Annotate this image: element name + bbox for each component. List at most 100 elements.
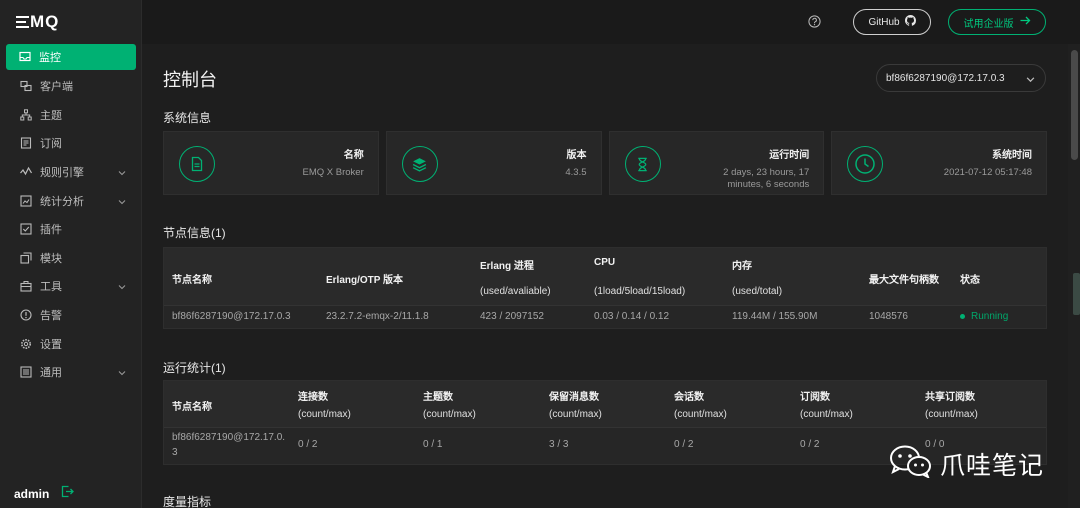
col-otp-version: Erlang/OTP 版本 [326,275,404,286]
sidebar-item-analytics[interactable]: 统计分析 [0,186,142,215]
sidebar-item-label: 插件 [40,224,62,237]
col-memory: 内存 [732,261,752,272]
trial-enterprise-button[interactable]: 试用企业版 [948,9,1046,35]
sidebar-footer: admin [14,485,75,503]
col-erlang-proc-sub: (used/avaliable) [480,286,551,297]
sidebar-nav: 监控 客户端 主题 订阅 规则引擎 统计分析 插件 模块 工具 告警 设置 通用 [0,44,142,387]
node-info-table: 节点名称 Erlang/OTP 版本 Erlang 进程 (used/avali… [163,247,1047,329]
col-retained-sub: (count/max) [549,409,602,420]
col-subscriptions-sub: (count/max) [800,409,853,420]
top-header: GitHub 试用企业版 [142,0,1080,44]
alarm-icon [20,309,32,321]
sidebar-item-label: 订阅 [40,138,62,151]
sidebar-item-label: 模块 [40,252,62,265]
emq-logo[interactable]: MQ [16,12,59,32]
sidebar-item-label: 设置 [40,338,62,351]
sidebar-item-rule-engine[interactable]: 规则引擎 [0,158,142,187]
clock-icon [847,146,884,182]
sidebar-item-plugins[interactable]: 插件 [0,215,142,244]
sidebar-item-label: 告警 [40,310,62,323]
cell-retained: 3 / 3 [549,439,569,450]
chevron-down-icon[interactable] [118,368,126,380]
clients-icon [20,80,32,92]
subscription-icon [20,137,32,150]
info-card-version: 版本 4.3.5 [385,131,602,195]
topics-icon [20,109,32,121]
chevron-down-icon[interactable] [118,168,126,180]
stats-title: 运行统计(1) [163,361,226,375]
cell-topics: 0 / 1 [423,439,443,450]
general-icon [20,366,32,378]
col-connections-sub: (count/max) [298,409,351,420]
col-retained: 保留消息数 [549,392,599,403]
page-title: 控制台 [163,70,217,90]
cell-node-name: bf86f6287190@172.17.0.3 [172,311,291,322]
col-shared-subscriptions: 共享订阅数 [925,392,975,403]
system-info-cards: 名称 EMQ X Broker 版本 4.3.5 运行时间 2 days, 23… [163,131,1047,195]
chevron-down-icon[interactable] [118,197,126,209]
chevron-down-icon[interactable] [118,282,126,294]
sidebar-item-label: 主题 [40,109,62,122]
card-value: 2021-07-12 05:17:48 [943,167,1032,178]
side-drawer-handle[interactable] [1073,273,1080,315]
cell-connections: 0 / 2 [298,439,318,450]
col-status: 状态 [960,275,980,286]
col-erlang-proc: Erlang 进程 [480,261,534,272]
sidebar-item-label: 规则引擎 [40,167,84,180]
col-topics: 主题数 [423,392,453,403]
username: admin [14,487,50,501]
sidebar-item-general[interactable]: 通用 [0,358,142,387]
cell-erlang-proc: 423 / 2097152 [480,311,544,322]
sidebar-item-modules[interactable]: 模块 [0,244,142,273]
cell-subscriptions: 0 / 2 [800,439,820,450]
col-subscriptions: 订阅数 [800,392,830,403]
layers-icon [401,146,438,182]
github-button-label: GitHub [868,16,900,28]
logo-e-mark [16,15,29,28]
sidebar-item-topics[interactable]: 主题 [0,101,142,130]
logout-icon[interactable] [61,485,75,503]
info-card-system-time: 系统时间 2021-07-12 05:17:48 [831,131,1047,195]
cell-cpu: 0.03 / 0.14 / 0.12 [594,311,670,322]
card-label: 运行时间 [769,150,810,161]
sidebar-item-label: 工具 [40,281,62,294]
sidebar-item-clients[interactable]: 客户端 [0,72,142,101]
col-memory-sub: (used/total) [732,286,783,297]
col-topics-sub: (count/max) [423,409,476,420]
rule-engine-icon [20,166,32,178]
col-node-name: 节点名称 [172,402,212,413]
node-select[interactable]: bf86f6287190@172.17.0.3 [876,64,1046,92]
watermark: 爪哇笔记 [888,444,1044,483]
cell-otp-version: 23.2.7.2-emqx-2/11.1.8 [326,311,429,322]
col-shared-subscriptions-sub: (count/max) [925,409,978,420]
hourglass-icon [624,146,661,182]
sidebar-item-settings[interactable]: 设置 [0,329,142,358]
node-info-title: 节点信息(1) [163,226,226,240]
github-button[interactable]: GitHub [853,9,931,35]
card-label: 系统时间 [992,150,1032,161]
info-card-uptime: 运行时间 2 days, 23 hours, 17 minutes, 6 sec… [608,131,825,195]
col-cpu-sub: (1load/5load/15load) [594,286,686,297]
sidebar-item-label: 监控 [39,52,61,64]
sidebar-item-subscriptions[interactable]: 订阅 [0,129,142,158]
cell-sessions: 0 / 2 [674,439,694,450]
sidebar-item-label: 通用 [40,367,62,380]
watermark-text: 爪哇笔记 [940,451,1045,480]
col-connections: 连接数 [298,392,328,403]
table-row: bf86f6287190@172.17.0.3 23.2.7.2-emqx-2/… [164,306,1046,328]
sidebar-item-tools[interactable]: 工具 [0,272,142,301]
table-header: 节点名称 连接数 (count/max) 主题数 (count/max) 保留消… [164,381,1046,428]
col-node-name: 节点名称 [172,275,212,286]
sidebar-item-alarms[interactable]: 告警 [0,301,142,330]
status-badge: Running [960,311,1008,322]
sidebar-item-monitor[interactable]: 监控 [6,44,136,70]
scrollbar-thumb[interactable] [1071,50,1078,160]
help-icon[interactable] [808,15,821,33]
cell-memory: 119.44M / 155.90M [732,311,818,322]
col-cpu: CPU [594,257,616,268]
card-value: 4.3.5 [565,167,587,178]
card-label: 名称 [343,150,364,161]
card-label: 版本 [566,150,587,161]
cell-node-name: bf86f6287190@172.17.0. [172,432,286,443]
card-value: EMQ X Broker [302,167,364,178]
